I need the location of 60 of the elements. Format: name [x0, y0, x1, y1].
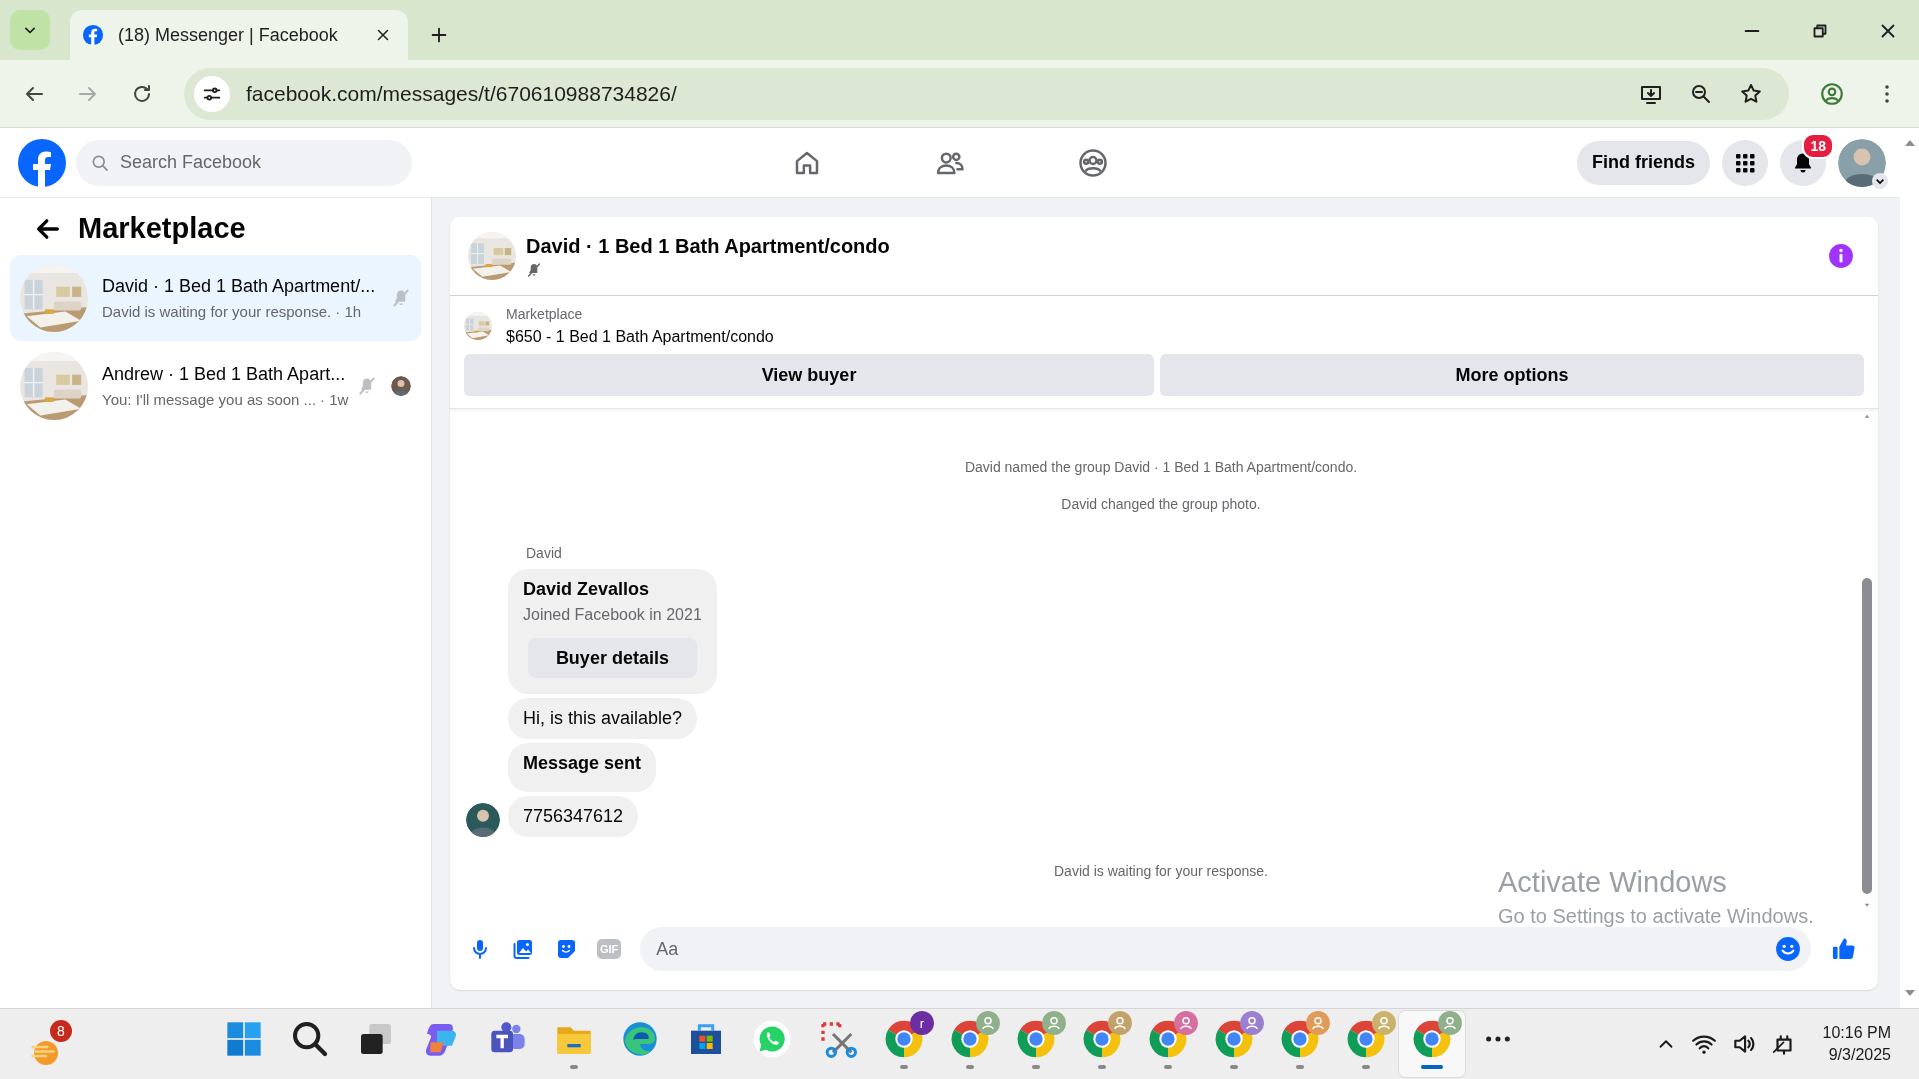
- chat-title: David · 1 Bed 1 Bath Apartment/condo: [526, 234, 890, 258]
- notification-badge: 8: [50, 1020, 72, 1042]
- browser-icon: [620, 1019, 660, 1059]
- listing-label: Marketplace: [506, 306, 584, 322]
- search-field[interactable]: Search Facebook: [76, 139, 412, 186]
- url-text: facebook.com/messages/t/670610988734826/: [246, 81, 677, 106]
- activation-notice-text: Go to Settings to activate Windows.: [1498, 905, 1814, 928]
- status-message: David is waiting for your response.: [1054, 863, 1268, 879]
- message-bubble: 7756347612: [508, 796, 639, 837]
- emoji-icon[interactable]: [1775, 936, 1801, 962]
- conversation-title: Andrew · 1 Bed 1 Bath Apart...: [102, 364, 343, 385]
- profile-badge: r: [910, 1011, 934, 1035]
- timestamp: · 1w: [320, 391, 349, 408]
- system-message: David changed the group photo.: [1061, 496, 1261, 512]
- facebook-logo-icon[interactable]: [18, 138, 66, 187]
- conversation-title: David · 1 Bed 1 Bath Apartment/...: [102, 276, 377, 297]
- scissors-icon: [818, 1019, 858, 1059]
- menu-button[interactable]: [1722, 139, 1768, 186]
- star-icon[interactable]: [1739, 81, 1763, 106]
- chat-app-icon: [752, 1019, 792, 1059]
- listing-title: $650 - 1 Bed 1 Bath Apartment/condo: [506, 328, 774, 346]
- action-button[interactable]: More options: [1160, 354, 1864, 396]
- message-bubble: Message sent: [508, 743, 657, 792]
- conversation-item[interactable]: David · 1 Bed 1 Bath Apartment/... David is waiting for your response. · 1h: [10, 255, 421, 341]
- start-icon: [224, 1019, 264, 1059]
- scrollbar-thumb[interactable]: [1862, 577, 1872, 894]
- profile-icon[interactable]: [1819, 80, 1845, 107]
- message-preview: You: I'll message you as soon ...: [102, 391, 317, 408]
- address-bar[interactable]: facebook.com/messages/t/670610988734826/: [184, 67, 1789, 120]
- activation-notice-title: Activate Windows: [1498, 866, 1728, 899]
- browser-tab[interactable]: (18) Messenger | Facebook: [70, 10, 408, 60]
- timestamp: · 1h: [335, 303, 362, 320]
- search-icon: [290, 1019, 330, 1059]
- message-preview: David is waiting for your response.: [102, 303, 332, 320]
- message-field[interactable]: Aa: [640, 927, 1811, 971]
- conversation-item[interactable]: Andrew · 1 Bed 1 Bath Apart... You: I'll message you as soon ... · 1w: [10, 343, 421, 429]
- more-icon: [1486, 1036, 1510, 1042]
- info-icon[interactable]: [1828, 243, 1854, 269]
- date-text: 9/3/2025: [1827, 1045, 1891, 1065]
- system-message: David named the group David · 1 Bed 1 Bath Apartment/condo.: [964, 459, 1358, 475]
- image-icon[interactable]: [511, 937, 535, 961]
- chevron-down-icon[interactable]: [1872, 172, 1888, 189]
- clock[interactable]: 10:16 PM 9/3/2025: [1822, 1022, 1891, 1066]
- avatar[interactable]: [1838, 138, 1886, 187]
- message-bubble: Hi, is this available?: [508, 698, 698, 739]
- sidebar-title: Marketplace: [78, 212, 246, 245]
- find-friends-button[interactable]: Find friends: [1577, 140, 1710, 185]
- taskbar-button[interactable]: r: [871, 1011, 937, 1077]
- sender-name: David: [526, 545, 563, 561]
- tab-title: (18) Messenger | Facebook: [118, 24, 339, 46]
- time-text: 10:16 PM: [1822, 1023, 1891, 1043]
- widgets-button[interactable]: 8: [28, 1020, 88, 1068]
- groups-icon[interactable]: [1077, 147, 1108, 178]
- facebook-icon: [82, 24, 104, 46]
- profile-subtitle: Joined Facebook in 2021: [523, 606, 702, 624]
- profile-name: David Zevallos: [523, 579, 651, 600]
- buyer-details-button[interactable]: Buyer details: [528, 638, 697, 678]
- action-button[interactable]: View buyer: [464, 354, 1155, 396]
- site-settings-icon[interactable]: [194, 75, 230, 112]
- notification-badge: 18: [1802, 132, 1834, 159]
